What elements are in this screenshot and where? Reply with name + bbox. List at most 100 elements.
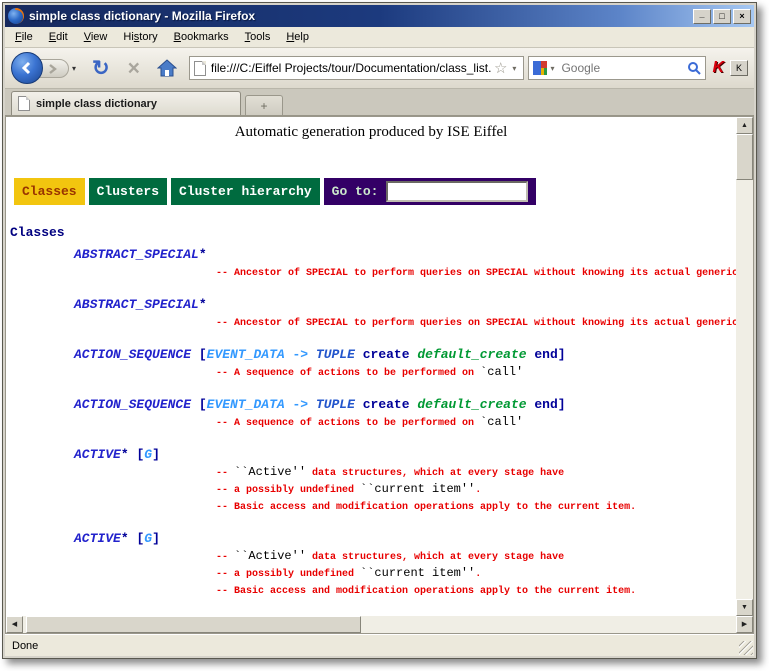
code-text: `call' [480,365,523,379]
class-link[interactable]: EVENT_DATA [207,397,285,412]
page-title: Automatic generation produced by ISE Eif… [6,124,736,141]
code-text: ] [558,347,566,362]
goto-label: Go to: [332,184,379,199]
code-text: * [121,447,129,462]
code-text: -- Basic access and modification operati… [216,586,636,597]
class-name-line: ACTIVE* [G] [74,446,736,464]
scroll-right-icon[interactable]: ▶ [736,616,753,633]
class-link[interactable]: ACTION_SEQUENCE [74,397,191,412]
maximize-button[interactable]: □ [713,9,731,24]
new-tab-button[interactable]: + [245,95,283,115]
code-text: ``current item'' [360,482,475,496]
url-input[interactable] [211,61,492,75]
code-text: ] [152,531,160,546]
menu-edit[interactable]: Edit [41,28,76,46]
class-name-line: ABSTRACT_SPECIAL* [74,246,736,264]
code-text: -- a possibly undefined [216,485,360,496]
class-name-line: ACTION_SEQUENCE [EVENT_DATA -> TUPLE cre… [74,396,736,414]
refresh-button[interactable]: ↻ [83,58,119,79]
forward-icon [47,64,57,74]
search-engine-dropdown-icon[interactable]: ▾ [547,64,557,73]
class-link[interactable]: ACTIVE [74,531,121,546]
url-bar[interactable]: ☆ ▾ [189,56,525,80]
goto-input[interactable] [386,181,528,202]
class-entry: ABSTRACT_SPECIAL*-- Ancestor of SPECIAL … [74,296,736,331]
menu-bookmarks[interactable]: Bookmarks [166,28,237,46]
resize-grip-icon[interactable] [739,641,753,655]
code-text: * [199,247,207,262]
scroll-up-icon[interactable]: ▲ [736,117,753,134]
class-entry: ACTIVE* [G]-- ``Active'' data structures… [74,530,736,599]
code-text: -- Ancestor of SPECIAL to perform querie… [216,268,736,279]
title-bar[interactable]: simple class dictionary - Mozilla Firefo… [5,5,754,27]
k-toolbar-button[interactable]: K [730,60,748,76]
history-dropdown-icon[interactable]: ▾ [72,64,76,73]
scroll-down-icon[interactable]: ▼ [736,599,753,616]
doc-nav-buttons: ClassesClustersCluster hierarchy Go to: [14,178,736,205]
menu-file[interactable]: File [7,28,41,46]
menu-help[interactable]: Help [278,28,317,46]
horizontal-scrollbar[interactable]: ◀ ▶ [6,616,753,633]
google-icon[interactable] [533,61,547,75]
class-comment-line: -- ``Active'' data structures, which at … [216,464,736,481]
code-text [355,397,363,412]
menu-bar: FileEditViewHistoryBookmarksToolsHelp [5,27,754,48]
code-text: -- A sequence of actions to be performed… [216,368,480,379]
class-entry: ACTION_SEQUENCE [EVENT_DATA -> TUPLE cre… [74,396,736,431]
class-link[interactable]: EVENT_DATA [207,347,285,362]
class-link[interactable]: TUPLE [316,397,355,412]
class-link[interactable]: ACTION_SEQUENCE [74,347,191,362]
close-button[interactable]: × [733,9,751,24]
window-title: simple class dictionary - Mozilla Firefo… [29,9,693,23]
search-bar[interactable]: ▾ [528,56,706,80]
tab-simple-class-dictionary[interactable]: simple class dictionary [11,91,241,115]
vertical-scrollbar[interactable]: ▲ ▼ [736,117,753,616]
class-comment-line: -- ``Active'' data structures, which at … [216,548,736,565]
code-text: `call' [480,415,523,429]
code-text: [ [199,397,207,412]
class-link[interactable]: G [144,447,152,462]
class-link[interactable]: TUPLE [316,347,355,362]
stop-button[interactable]: × [119,58,149,79]
horizontal-scroll-thumb[interactable] [26,616,361,633]
code-text [355,347,363,362]
class-link[interactable]: G [144,531,152,546]
horizontal-scroll-track[interactable] [23,616,736,633]
menu-tools[interactable]: Tools [237,28,279,46]
back-icon [20,61,34,75]
class-list: ABSTRACT_SPECIAL*-- Ancestor of SPECIAL … [74,246,736,616]
home-icon [157,59,177,77]
class-entry: ACTION_SEQUENCE [EVENT_DATA -> TUPLE cre… [74,346,736,381]
code-text: create [363,397,410,412]
class-link[interactable]: ABSTRACT_SPECIAL [74,247,199,262]
code-text: * [199,297,207,312]
menu-view[interactable]: View [76,28,116,46]
code-text: end [534,347,557,362]
doc-button-clusters[interactable]: Clusters [89,178,167,205]
class-link[interactable]: ABSTRACT_SPECIAL [74,297,199,312]
home-button[interactable] [149,59,185,77]
class-comment-line: -- Ancestor of SPECIAL to perform querie… [216,314,736,331]
kaspersky-icon[interactable]: K [706,59,730,77]
code-text [191,397,199,412]
back-button[interactable] [11,52,43,84]
bookmark-star-icon[interactable]: ☆ [492,59,509,77]
scroll-left-icon[interactable]: ◀ [6,616,23,633]
navigation-toolbar: ▾ ↻ × ☆ ▾ ▾ [5,48,754,89]
class-comment-line: -- Ancestor of SPECIAL to perform querie… [216,264,736,281]
code-text: end [534,397,557,412]
menu-history[interactable]: History [115,28,165,46]
code-text [191,347,199,362]
doc-button-classes[interactable]: Classes [14,178,85,205]
doc-button-cluster-hierarchy[interactable]: Cluster hierarchy [171,178,320,205]
code-text: [ [199,347,207,362]
search-icon[interactable] [687,61,701,75]
code-text: -> [285,347,316,362]
url-dropdown-icon[interactable]: ▾ [509,64,519,73]
class-comment-line: -- Basic access and modification operati… [216,498,736,515]
class-link[interactable]: ACTIVE [74,447,121,462]
class-name-line: ABSTRACT_SPECIAL* [74,296,736,314]
search-input[interactable] [561,61,687,75]
minimize-button[interactable]: _ [693,9,711,24]
vertical-scroll-thumb[interactable] [736,134,753,180]
